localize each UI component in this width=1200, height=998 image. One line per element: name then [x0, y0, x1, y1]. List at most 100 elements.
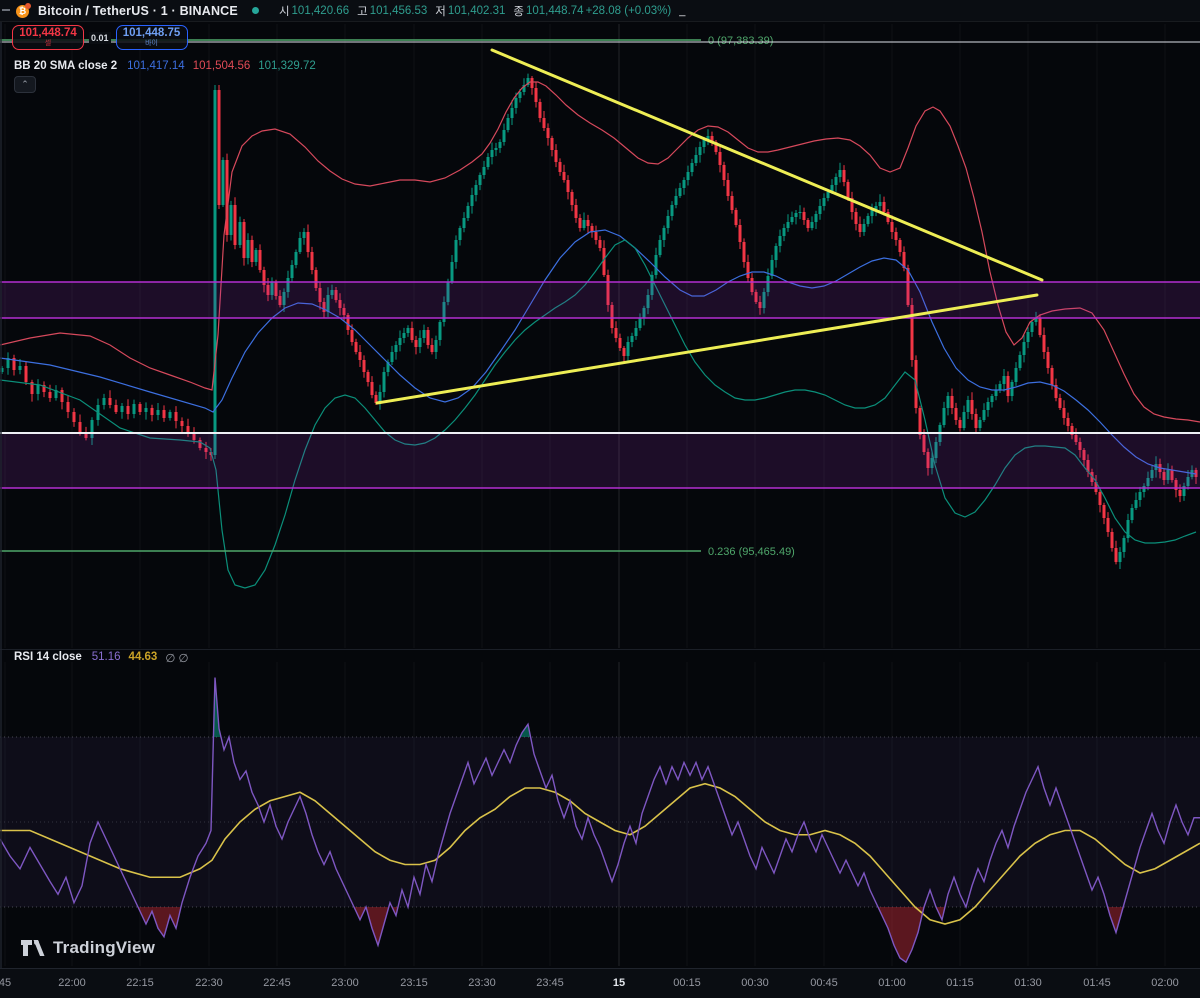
candle-body	[507, 118, 510, 130]
candle-body	[699, 147, 702, 155]
candle-body	[491, 150, 494, 157]
candle-body	[855, 212, 858, 224]
rsi-indicator-legend[interactable]: RSI 14 close 51.16 44.63 ∅ ∅	[14, 651, 189, 665]
candle-body	[963, 412, 966, 428]
candle-body	[503, 130, 506, 142]
candle-body	[1027, 332, 1030, 342]
candle-body	[863, 224, 866, 232]
candle-body	[218, 90, 221, 205]
candle-body	[779, 236, 782, 246]
candle-body	[1103, 505, 1106, 518]
time-axis-tick: 23:15	[400, 977, 428, 989]
candle-body	[411, 328, 414, 340]
candle-body	[815, 214, 818, 222]
candle-body	[251, 240, 254, 262]
candle-body	[1135, 500, 1138, 508]
candle-body	[431, 345, 434, 352]
sell-price: 101,448.74	[19, 28, 77, 40]
candle-body	[351, 330, 354, 342]
candle-body	[299, 238, 302, 252]
rsi-title: RSI 14 close	[14, 651, 82, 665]
candle-body	[403, 333, 406, 338]
candle-body	[145, 408, 148, 412]
tradingview-chart-window: 0 (97,383.39) 0.236 (95,465.49) ₿ Bitcoin…	[0, 0, 1200, 998]
candle-body	[157, 410, 160, 415]
close-value: 101,448.74	[526, 5, 584, 17]
symbol-title[interactable]: Bitcoin / TetherUS · 1 · BINANCE	[38, 4, 238, 18]
pane-divider[interactable]	[0, 649, 1200, 650]
candle-body	[563, 172, 566, 180]
candle-body	[811, 222, 814, 228]
candle-body	[995, 390, 998, 396]
candle-body	[483, 167, 486, 175]
candle-body	[807, 220, 810, 228]
candle-body	[971, 400, 974, 414]
watermark-text: TradingView	[53, 938, 155, 958]
candle-body	[795, 213, 798, 217]
candle-body	[295, 252, 298, 265]
candle-body	[511, 108, 514, 118]
candle-body	[719, 152, 722, 165]
bb-indicator-legend[interactable]: BB 20 SMA close 2 101,417.14 101,504.56 …	[14, 60, 316, 72]
candle-body	[663, 228, 666, 240]
high-value: 101,456.53	[370, 5, 428, 17]
candle-body	[679, 188, 682, 196]
time-axis-tick: 00:30	[741, 977, 769, 989]
fib-level-label: 0.236 (95,465.49)	[708, 546, 795, 558]
time-axis-tick: 01:15	[946, 977, 974, 989]
symbol-top-bar: ₿ Bitcoin / TetherUS · 1 · BINANCE 시 101…	[0, 0, 1200, 22]
candle-body	[615, 328, 618, 338]
time-axis-tick: 15	[613, 977, 625, 989]
time-axis-tick: 22:45	[263, 977, 291, 989]
candle-body	[587, 220, 590, 226]
candle-body	[291, 265, 294, 278]
candle-body	[463, 218, 466, 228]
candle-body	[735, 210, 738, 225]
candle-body	[1063, 408, 1066, 418]
fib-level-label: 0 (97,383.39)	[708, 35, 773, 47]
candle-body	[121, 406, 124, 412]
bb-lower-value: 101,329.72	[258, 60, 316, 72]
candle-body	[655, 255, 658, 275]
rsi-value: 51.16	[92, 651, 121, 665]
time-axis-tick: 22:15	[126, 977, 154, 989]
candle-body	[867, 216, 870, 224]
candle-body	[943, 408, 946, 425]
candle-body	[847, 182, 850, 198]
candle-body	[895, 232, 898, 240]
close-label: 종	[513, 3, 524, 19]
candle-body	[631, 336, 634, 342]
buy-button[interactable]: 101,448.75 바이	[116, 25, 188, 50]
candle-body	[891, 222, 894, 232]
time-axis-tick: 23:30	[468, 977, 496, 989]
window-dash-icon	[2, 9, 10, 11]
time-axis[interactable]: 4522:0022:1522:3022:4523:0023:1523:3023:…	[0, 968, 1200, 998]
price-zone[interactable]	[0, 282, 1200, 318]
cursor-dash: _	[679, 5, 685, 17]
candle-body	[731, 196, 734, 210]
candle-body	[214, 90, 217, 455]
collapse-legend-button[interactable]: ⌃	[14, 76, 36, 93]
candle-body	[73, 412, 76, 422]
candle-body	[595, 232, 598, 240]
market-status-dot-icon	[252, 7, 259, 14]
time-axis-tick: 01:00	[878, 977, 906, 989]
sell-button[interactable]: 101,448.74 셀	[12, 25, 84, 50]
candle-body	[255, 250, 258, 262]
candle-body	[243, 222, 246, 258]
candle-body	[163, 410, 166, 418]
price-zone[interactable]	[0, 433, 1200, 488]
candle-body	[775, 246, 778, 260]
candle-body	[67, 402, 70, 412]
candle-body	[383, 372, 386, 392]
candle-body	[311, 252, 314, 270]
candle-body	[691, 163, 694, 172]
candle-body	[423, 330, 426, 338]
candle-body	[1119, 552, 1122, 562]
candle-body	[127, 406, 130, 414]
chart-canvas[interactable]: 0 (97,383.39) 0.236 (95,465.49)	[0, 0, 1200, 998]
candle-body	[359, 352, 362, 360]
candle-body	[222, 160, 225, 205]
candle-body	[303, 232, 306, 238]
candle-body	[987, 402, 990, 410]
